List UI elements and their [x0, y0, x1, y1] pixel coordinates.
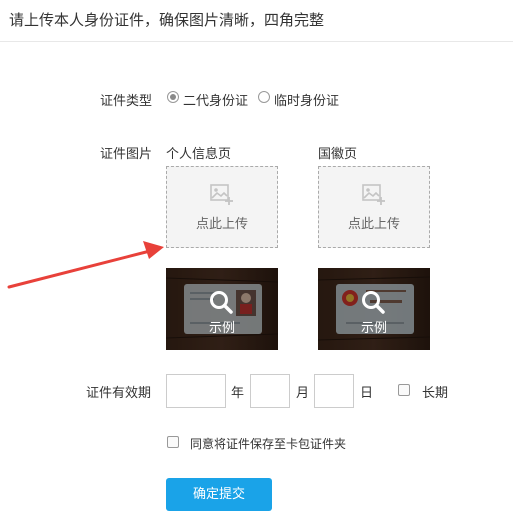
radio-temporary-id[interactable] — [258, 91, 270, 103]
submit-button[interactable]: 确定提交 — [166, 478, 272, 511]
agreement-checkbox[interactable] — [167, 436, 179, 448]
page-instruction: 请上传本人身份证件，确保图片清晰，四角完整 — [9, 11, 325, 29]
id-images-label: 证件图片 — [100, 147, 153, 162]
radio-second-gen-id-label[interactable]: 二代身份证 — [183, 90, 248, 109]
magnifier-icon — [362, 291, 385, 314]
radio-temporary-id-label[interactable]: 临时身份证 — [274, 90, 339, 109]
image-upload-icon — [210, 184, 233, 205]
image-upload-icon — [362, 184, 385, 205]
validity-label: 证件有效期 — [86, 386, 152, 401]
front-upload-text: 点此上传 — [195, 217, 248, 232]
magnifier-icon — [210, 291, 233, 314]
validity-day-input[interactable] — [314, 374, 354, 408]
back-upload-box[interactable]: 点此上传 — [318, 166, 430, 248]
month-unit: 月 — [296, 386, 310, 401]
day-unit: 日 — [360, 386, 374, 401]
front-side-title: 个人信息页 — [166, 147, 232, 162]
long-term-checkbox[interactable] — [398, 384, 410, 396]
front-sample-image[interactable]: 示例 — [166, 268, 278, 350]
validity-month-input[interactable] — [250, 374, 290, 408]
validity-year-input[interactable] — [166, 374, 226, 408]
back-sample-label: 示例 — [360, 321, 387, 336]
back-upload-text: 点此上传 — [347, 217, 400, 232]
page-header: 请上传本人身份证件，确保图片清晰，四角完整 — [0, 0, 513, 42]
front-upload-box[interactable]: 点此上传 — [166, 166, 278, 248]
back-sample-image[interactable]: 示例 — [318, 268, 430, 350]
year-unit: 年 — [231, 386, 245, 401]
agreement-label[interactable]: 同意将证件保存至卡包证件夹 — [190, 435, 346, 452]
long-term-label[interactable]: 长期 — [422, 382, 448, 401]
pointer-arrow — [7, 241, 164, 289]
radio-second-gen-id[interactable] — [167, 91, 179, 103]
id-type-label: 证件类型 — [100, 94, 153, 109]
back-side-title: 国徽页 — [318, 147, 358, 162]
front-sample-label: 示例 — [208, 321, 235, 336]
